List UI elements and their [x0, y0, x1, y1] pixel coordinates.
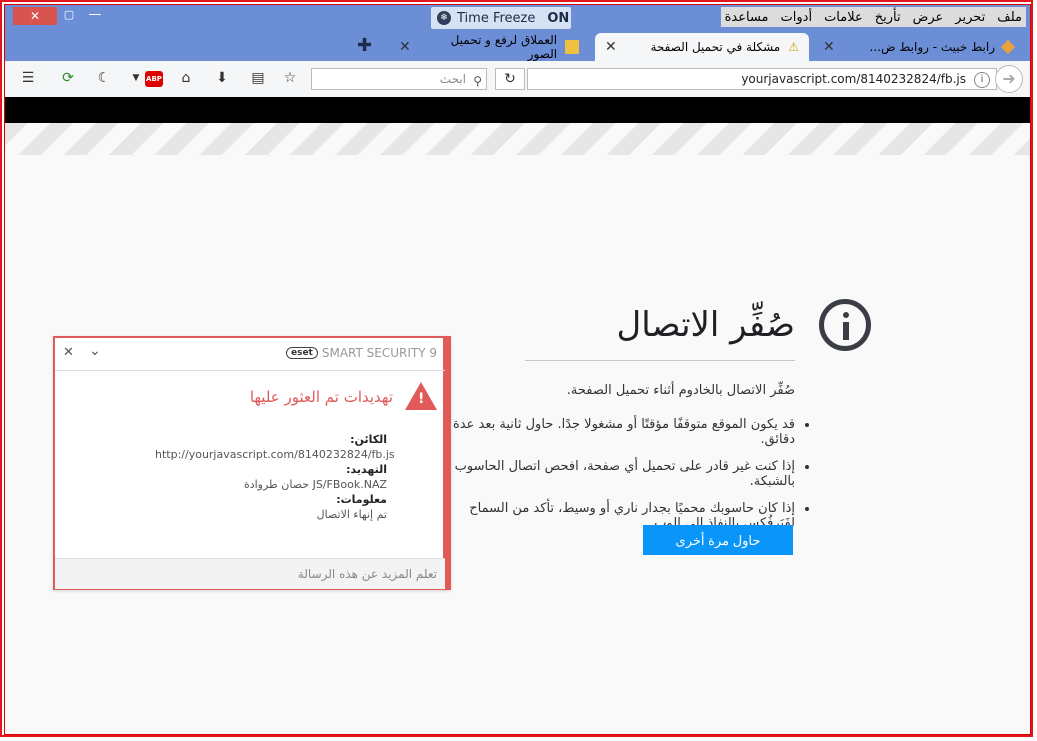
title-bar: ✕ ▢ — ❄ Time Freeze ON ملف تحرير عرض تأر… [5, 5, 1030, 31]
eset-header: ✕ ⌄ eset SMART SECURITY 9 [55, 338, 445, 371]
window-minimize-button[interactable]: — [87, 7, 103, 23]
search-icon: ⚲ [473, 74, 482, 88]
warning-icon: ⚠ [788, 40, 799, 54]
menu-edit[interactable]: تحرير [955, 10, 985, 25]
black-bar [5, 97, 1030, 123]
timefreeze-icon: ❄ [437, 11, 451, 25]
threat-value: JS/FBook.NAZ حصان طروادة [243, 478, 387, 491]
window-restore-button[interactable]: ▢ [61, 8, 77, 24]
navigation-toolbar: ☰ ⟳ ☾ ▼ ABP ⌂ ⬇ ▤ ☆ ابحث ⚲ ↻ yourjavascr… [5, 61, 1030, 98]
menu-file[interactable]: ملف [997, 10, 1022, 25]
download-icon[interactable]: ⬇ [213, 70, 231, 86]
try-again-button[interactable]: حاول مرة أخرى [643, 525, 793, 555]
close-icon[interactable]: ✕ [63, 345, 74, 360]
reload-button[interactable]: ↻ [495, 68, 525, 90]
info-circle-icon [819, 299, 871, 351]
object-label: الكائن: [350, 433, 387, 446]
eset-brand: eset SMART SECURITY 9 [285, 346, 437, 360]
abp-dropdown-icon[interactable]: ▼ [127, 73, 145, 83]
threat-label: التهديد: [346, 463, 387, 476]
eset-logo: eset [285, 347, 318, 359]
menu-bar: ملف تحرير عرض تأريخ علامات أدوات مساعدة [720, 7, 1026, 27]
tab-close-icon[interactable]: ✕ [605, 39, 617, 55]
tab-strip: رابط خبيث - روابط ض... ✕ ⚠ مشكلة في تحمي… [5, 31, 1030, 61]
eset-footer: تعلم المزيد عن هذه الرسالة [55, 558, 445, 589]
eset-product-name: SMART SECURITY 9 [321, 346, 437, 360]
reading-list-icon[interactable]: ▤ [249, 70, 267, 86]
menu-tools[interactable]: أدوات [781, 10, 813, 25]
tab-label: العملاق لرفع و تحميل الصور [450, 33, 558, 61]
window-close-button[interactable]: ✕ [13, 7, 57, 25]
timefreeze-indicator[interactable]: ❄ Time Freeze ON [431, 7, 571, 29]
home-icon[interactable]: ⌂ [177, 70, 195, 86]
menu-view[interactable]: عرض [913, 10, 944, 25]
tab-connection-problem[interactable]: ⚠ مشكلة في تحميل الصفحة ✕ [595, 33, 809, 61]
tab-label: مشكلة في تحميل الصفحة [650, 40, 781, 54]
tab-malicious-link[interactable]: رابط خبيث - روابط ض... ✕ [813, 33, 1023, 61]
url-text: yourjavascript.com/8140232824/fb.js [741, 72, 966, 86]
site-favicon-icon [1000, 39, 1016, 55]
tab-label: رابط خبيث - روابط ض... [869, 40, 996, 54]
adblock-icon[interactable]: ABP [145, 71, 163, 87]
search-placeholder: ابحث [439, 72, 466, 86]
new-tab-button[interactable]: ✚ [357, 35, 372, 56]
eset-details: الكائن: http://yourjavascript.com/814023… [155, 432, 395, 522]
night-mode-icon[interactable]: ☾ [95, 70, 113, 86]
bookmark-star-icon[interactable]: ☆ [281, 70, 299, 86]
timefreeze-label: Time Freeze [457, 10, 536, 26]
object-value: http://yourjavascript.com/8140232824/fb.… [155, 448, 395, 461]
tab-close-icon[interactable]: ✕ [399, 39, 411, 55]
eset-alert-popup: ✕ ⌄ eset SMART SECURITY 9 ! تهديدات تم ا… [53, 336, 451, 590]
error-title: صُفِّر الاتصال [616, 305, 795, 345]
menu-bookmarks[interactable]: علامات [824, 10, 863, 25]
error-divider [525, 360, 795, 361]
info-value: تم إنهاء الاتصال [316, 508, 387, 521]
url-bar[interactable]: yourjavascript.com/8140232824/fb.js i [527, 68, 997, 90]
info-icon[interactable]: i [974, 72, 990, 88]
error-description: صُفِّر الاتصال بالخادوم أثناء تحميل الصف… [566, 383, 795, 398]
learn-more-link[interactable]: تعلم المزيد عن هذه الرسالة [298, 567, 437, 581]
eset-accent-bar [443, 338, 449, 588]
menu-help[interactable]: مساعدة [725, 10, 769, 25]
list-item: إذا كنت غير قادر على تحميل أي صفحة، افحص… [425, 459, 795, 489]
extension-icon[interactable]: ⟳ [59, 70, 77, 86]
list-item: قد يكون الموقع متوقفًا مؤقتًا أو مشغولا … [425, 417, 795, 447]
back-button[interactable]: ➜ [995, 65, 1023, 93]
eset-title: تهديدات تم العثور عليها [249, 388, 393, 406]
info-label: معلومات: [336, 493, 387, 506]
tab-close-icon[interactable]: ✕ [823, 39, 835, 55]
search-input[interactable]: ابحث ⚲ [311, 68, 487, 90]
hamburger-menu-icon[interactable]: ☰ [19, 70, 37, 86]
browser-window: ✕ ▢ — ❄ Time Freeze ON ملف تحرير عرض تأر… [4, 4, 1031, 735]
chevron-down-icon[interactable]: ⌄ [89, 343, 101, 359]
error-stripes [5, 123, 1030, 155]
menu-history[interactable]: تأريخ [875, 10, 901, 25]
tab-image-upload[interactable]: العملاق لرفع و تحميل الصور ✕ [389, 33, 589, 61]
site-favicon-icon [565, 40, 579, 54]
timefreeze-state: ON [547, 10, 570, 26]
